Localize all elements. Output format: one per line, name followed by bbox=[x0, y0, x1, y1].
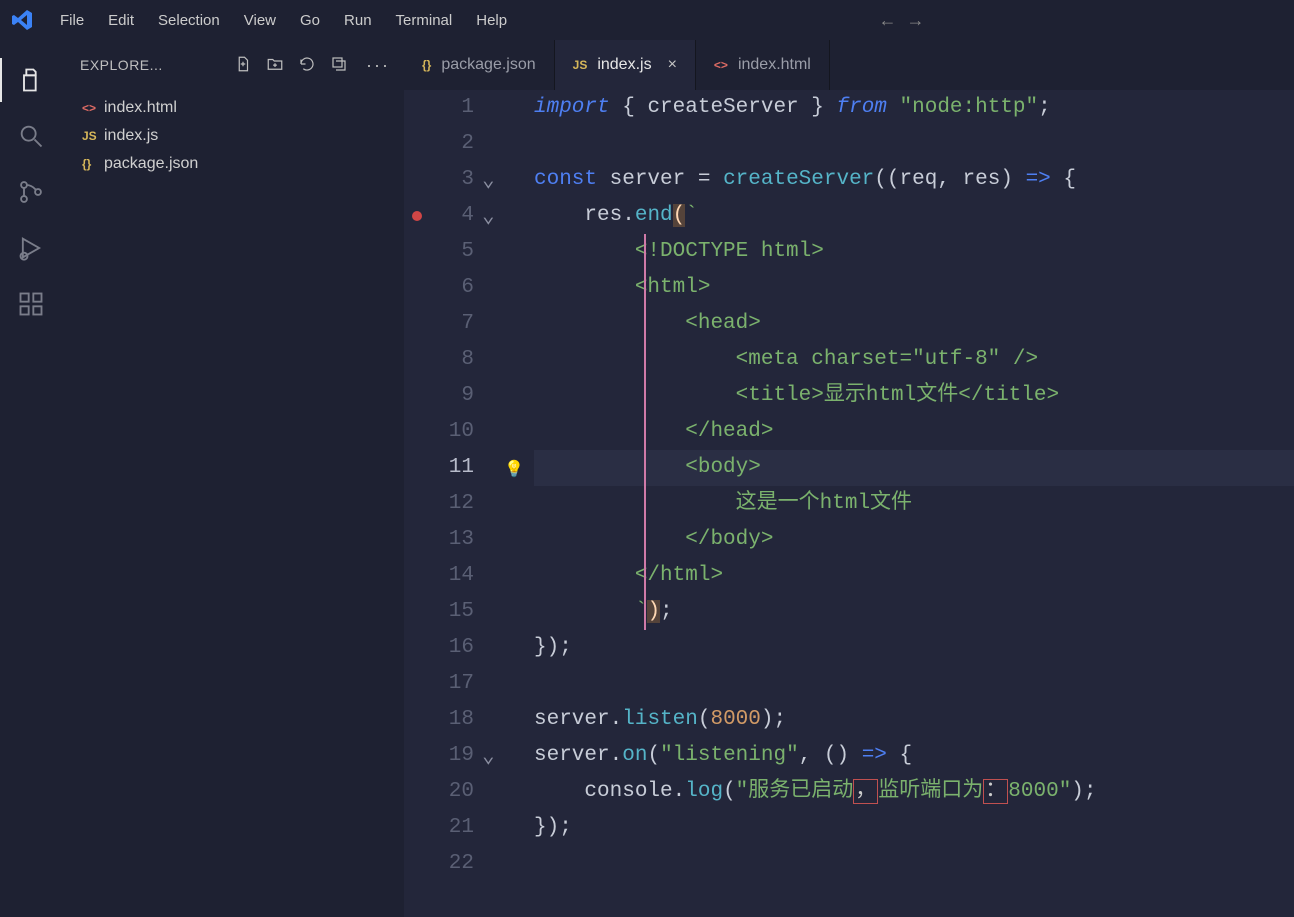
code-line[interactable]: server.on("listening", () => { bbox=[534, 738, 1294, 774]
menu-file[interactable]: File bbox=[48, 12, 96, 29]
code-line[interactable]: import { createServer } from "node:http"… bbox=[534, 90, 1294, 126]
line-number[interactable]: 7 bbox=[430, 306, 474, 342]
tab-index-html[interactable]: <> index.html bbox=[696, 40, 830, 90]
json-file-icon: {} bbox=[422, 58, 431, 72]
menu-run[interactable]: Run bbox=[332, 12, 384, 29]
code-line[interactable]: <html> bbox=[534, 270, 1294, 306]
line-number[interactable]: 8 bbox=[430, 342, 474, 378]
menu-terminal[interactable]: Terminal bbox=[384, 12, 465, 29]
js-file-icon: JS bbox=[573, 58, 588, 72]
code-line[interactable] bbox=[534, 846, 1294, 882]
menu-view[interactable]: View bbox=[232, 12, 288, 29]
line-number[interactable]: 21 bbox=[430, 810, 474, 846]
tab-index-js[interactable]: JS index.js × bbox=[555, 40, 696, 90]
code-line[interactable]: res.end(` bbox=[534, 198, 1294, 234]
file-row-index-js[interactable]: JS index.js bbox=[62, 122, 404, 150]
tab-label: index.html bbox=[738, 56, 811, 74]
vscode-logo-icon bbox=[10, 8, 34, 32]
menu-help[interactable]: Help bbox=[464, 12, 519, 29]
file-label: index.html bbox=[104, 99, 177, 117]
line-number[interactable]: 3 bbox=[430, 162, 474, 198]
explorer-sidebar: EXPLORE... ··· <> index.html JS index.js bbox=[62, 40, 404, 917]
tab-label: index.js bbox=[597, 56, 651, 74]
line-number[interactable]: 11 bbox=[430, 450, 474, 486]
line-number[interactable]: 15 bbox=[430, 594, 474, 630]
line-number[interactable]: 17 bbox=[430, 666, 474, 702]
menu-go[interactable]: Go bbox=[288, 12, 332, 29]
explorer-header: EXPLORE... ··· bbox=[62, 40, 404, 90]
line-number[interactable]: 12 bbox=[430, 486, 474, 522]
tab-label: package.json bbox=[441, 56, 535, 74]
line-number[interactable]: 20 bbox=[430, 774, 474, 810]
line-number[interactable]: 1 bbox=[430, 90, 474, 126]
fold-chevron-icon[interactable]: ⌄ bbox=[482, 164, 495, 200]
code-line[interactable]: <body> bbox=[534, 450, 1294, 486]
code-line[interactable]: server.listen(8000); bbox=[534, 702, 1294, 738]
code-line[interactable]: 这是一个html文件 bbox=[534, 486, 1294, 522]
close-tab-icon[interactable]: × bbox=[662, 56, 677, 74]
menu-edit[interactable]: Edit bbox=[96, 12, 146, 29]
nav-back-icon[interactable]: ← bbox=[874, 10, 902, 31]
editor-group: {} package.json JS index.js × <> index.h… bbox=[404, 40, 1294, 917]
code-line[interactable]: </body> bbox=[534, 522, 1294, 558]
line-number[interactable]: 13 bbox=[430, 522, 474, 558]
code-line[interactable]: <head> bbox=[534, 306, 1294, 342]
activity-explorer-icon[interactable] bbox=[0, 52, 62, 108]
file-row-index-html[interactable]: <> index.html bbox=[62, 94, 404, 122]
menubar: File Edit Selection View Go Run Terminal… bbox=[0, 0, 1294, 40]
line-number[interactable]: 6 bbox=[430, 270, 474, 306]
line-number[interactable]: 4 bbox=[430, 198, 474, 234]
line-number[interactable]: 16 bbox=[430, 630, 474, 666]
line-number[interactable]: 2 bbox=[430, 126, 474, 162]
file-label: index.js bbox=[104, 127, 158, 145]
activity-bar bbox=[0, 40, 62, 917]
line-number[interactable]: 18 bbox=[430, 702, 474, 738]
code-line[interactable]: </html> bbox=[534, 558, 1294, 594]
code-line[interactable] bbox=[534, 666, 1294, 702]
activity-extensions-icon[interactable] bbox=[0, 276, 62, 332]
new-file-icon[interactable] bbox=[234, 55, 252, 76]
code-line[interactable]: }); bbox=[534, 630, 1294, 666]
template-literal-guide bbox=[644, 234, 646, 630]
code-line[interactable]: console.log("服务已启动，监听端口为：8000"); bbox=[534, 774, 1294, 810]
line-number[interactable]: 19 bbox=[430, 738, 474, 774]
fold-chevron-icon[interactable]: ⌄ bbox=[482, 740, 495, 776]
tab-package-json[interactable]: {} package.json bbox=[404, 40, 555, 90]
js-file-icon: JS bbox=[82, 129, 104, 143]
menu-selection[interactable]: Selection bbox=[146, 12, 232, 29]
file-label: package.json bbox=[104, 155, 198, 173]
collapse-all-icon[interactable] bbox=[330, 55, 348, 76]
new-folder-icon[interactable] bbox=[266, 55, 284, 76]
line-number[interactable]: 5 bbox=[430, 234, 474, 270]
fold-chevron-icon[interactable]: ⌄ bbox=[482, 200, 495, 236]
activity-search-icon[interactable] bbox=[0, 108, 62, 164]
lightbulb-icon[interactable]: 💡 bbox=[504, 452, 524, 488]
activity-scm-icon[interactable] bbox=[0, 164, 62, 220]
code-line[interactable]: </head> bbox=[534, 414, 1294, 450]
line-number[interactable]: 14 bbox=[430, 558, 474, 594]
code-line[interactable]: <title>显示html文件</title> bbox=[534, 378, 1294, 414]
code-line[interactable]: <meta charset="utf-8" /> bbox=[534, 342, 1294, 378]
activity-run-icon[interactable] bbox=[0, 220, 62, 276]
html-file-icon: <> bbox=[82, 101, 104, 115]
file-row-package-json[interactable]: {} package.json bbox=[62, 150, 404, 178]
more-actions-icon[interactable]: ··· bbox=[362, 55, 390, 76]
code-line[interactable]: const server = createServer((req, res) =… bbox=[534, 162, 1294, 198]
explorer-file-list: <> index.html JS index.js {} package.jso… bbox=[62, 90, 404, 178]
nav-forward-icon[interactable]: → bbox=[902, 10, 930, 31]
line-number[interactable]: 22 bbox=[430, 846, 474, 882]
html-file-icon: <> bbox=[714, 58, 728, 72]
line-number[interactable]: 10 bbox=[430, 414, 474, 450]
explorer-title: EXPLORE... bbox=[80, 57, 171, 73]
breakpoint-icon[interactable] bbox=[412, 211, 422, 221]
json-file-icon: {} bbox=[82, 157, 104, 171]
line-number[interactable]: 9 bbox=[430, 378, 474, 414]
code-editor[interactable]: 12345678910111213141516171819202122⌄⌄⌄💡i… bbox=[404, 90, 1294, 917]
tab-bar: {} package.json JS index.js × <> index.h… bbox=[404, 40, 1294, 90]
code-line[interactable]: `); bbox=[534, 594, 1294, 630]
code-line[interactable]: <!DOCTYPE html> bbox=[534, 234, 1294, 270]
code-line[interactable] bbox=[534, 126, 1294, 162]
refresh-icon[interactable] bbox=[298, 55, 316, 76]
code-line[interactable]: }); bbox=[534, 810, 1294, 846]
